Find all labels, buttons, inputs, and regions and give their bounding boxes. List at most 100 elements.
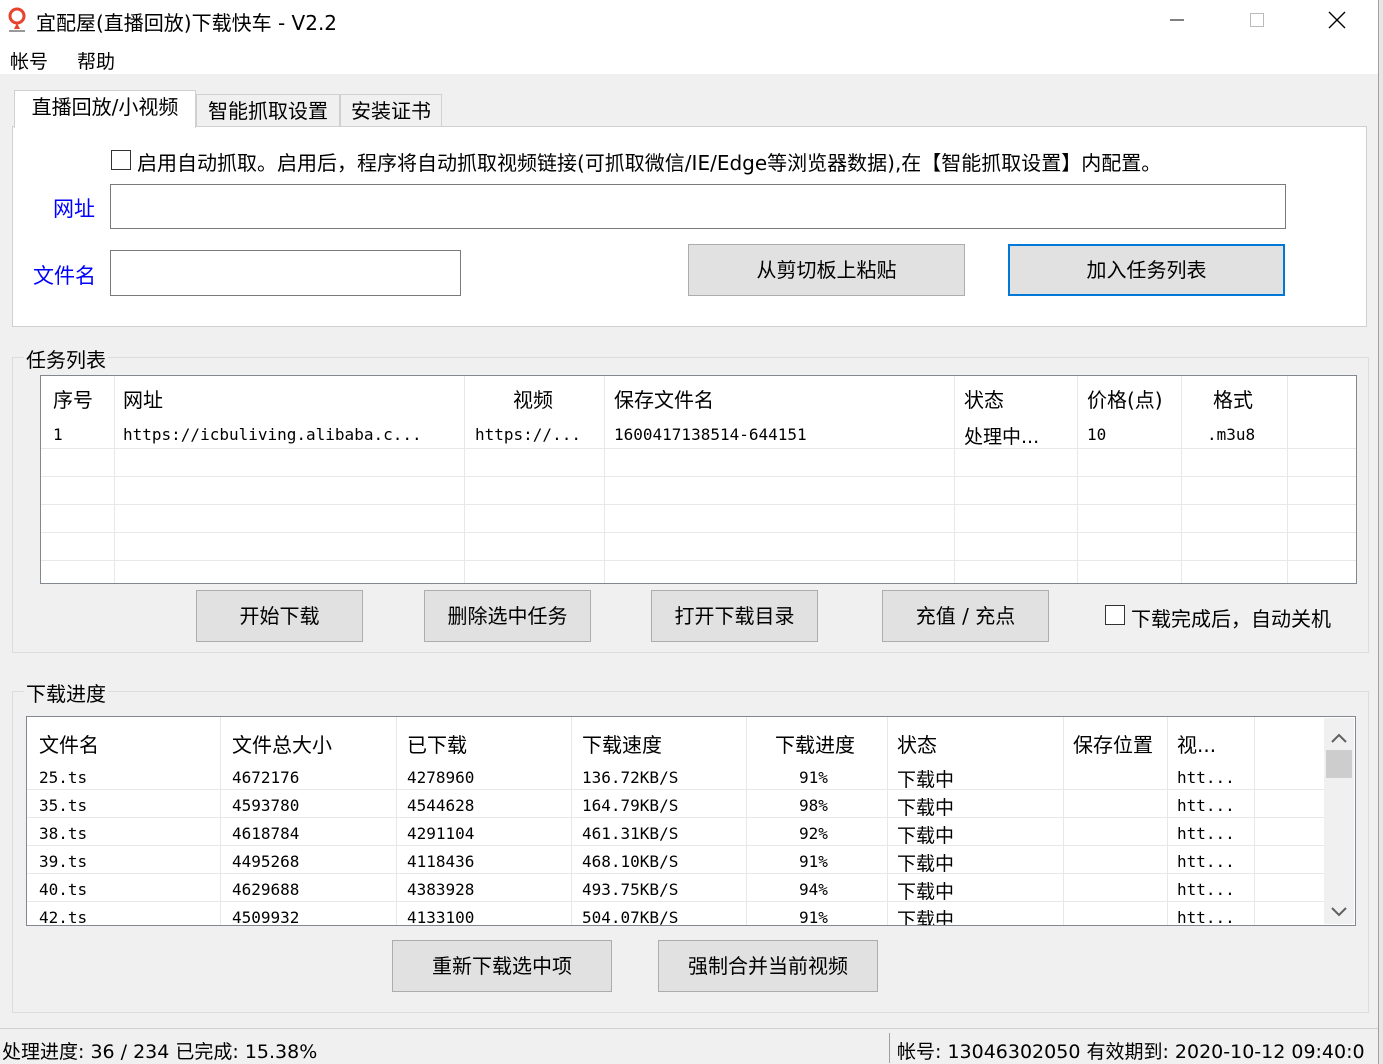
progress-table: 文件名 文件总大小 已下载 下载速度 下载进度 状态 保存位置 视... 25.… [26,716,1356,926]
progress-title: 下载进度 [24,678,108,707]
prog-cell-size: 4509932 [232,908,300,926]
start-download-button[interactable]: 开始下载 [196,590,363,642]
prog-cell-speed: 493.75KB/S [582,880,679,899]
prog-cell-video: htt... [1177,796,1235,815]
status-bar: 处理进度: 36 / 234 已完成: 15.38% 帐号: 130463020… [0,1028,1378,1064]
prog-cell-downloaded: 4544628 [407,796,475,815]
task-list-table: 序号 网址 视频 保存文件名 状态 价格(点) 格式 1 https://icb… [40,375,1357,584]
scroll-up-icon[interactable] [1329,726,1349,750]
delete-task-button[interactable]: 删除选中任务 [424,590,591,642]
filename-input[interactable] [110,250,461,296]
prog-col-size[interactable]: 文件总大小 [232,729,332,758]
tab-smart-capture[interactable]: 智能抓取设置 [196,94,340,128]
force-merge-button[interactable]: 强制合并当前视频 [658,940,878,992]
task-cell-status: 处理中... [964,426,1040,448]
prog-cell-downloaded: 4291104 [407,824,475,843]
scroll-thumb[interactable] [1326,750,1352,778]
prog-cell-status: 下载中 [897,909,955,926]
maximize-button[interactable] [1227,0,1287,40]
task-col-format[interactable]: 格式 [1213,384,1253,413]
open-folder-button[interactable]: 打开下载目录 [651,590,818,642]
task-cell-video: https://... [475,425,581,444]
task-col-url[interactable]: 网址 [123,384,163,413]
title-bar: 宜配屋(直播回放)下载快车 - V2.2 [0,0,1378,42]
auto-shutdown-checkbox[interactable] [1105,605,1125,625]
prog-cell-status: 下载中 [897,797,955,819]
auto-capture-label: 启用自动抓取。启用后，程序将自动抓取视频链接(可抓取微信/IE/Edge等浏览器… [137,151,1162,175]
url-input[interactable] [110,184,1286,229]
task-col-video[interactable]: 视频 [513,384,553,413]
prog-cell-video: htt... [1177,768,1235,787]
task-col-savename[interactable]: 保存文件名 [614,384,714,413]
prog-cell-downloaded: 4133100 [407,908,475,926]
prog-cell-filename: 38.ts [39,824,88,843]
prog-cell-progress: 91% [799,852,828,871]
menu-account[interactable]: 帐号 [10,47,48,74]
prog-col-video[interactable]: 视... [1177,729,1216,758]
vertical-scrollbar[interactable] [1324,718,1354,924]
prog-cell-speed: 504.07KB/S [582,908,679,926]
recharge-button[interactable]: 充值 / 充点 [882,590,1049,642]
prog-cell-status: 下载中 [897,769,955,791]
prog-cell-progress: 91% [799,768,828,787]
prog-cell-filename: 25.ts [39,768,88,787]
prog-cell-size: 4593780 [232,796,300,815]
redownload-selected-button[interactable]: 重新下载选中项 [392,940,612,992]
task-col-price[interactable]: 价格(点) [1087,384,1163,413]
prog-cell-filename: 40.ts [39,880,88,899]
prog-cell-progress: 98% [799,796,828,815]
prog-cell-progress: 94% [799,880,828,899]
task-cell-format: .m3u8 [1207,425,1256,444]
task-cell-url: https://icbuliving.alibaba.c... [123,425,422,444]
task-col-status[interactable]: 状态 [964,384,1004,413]
prog-cell-speed: 461.31KB/S [582,824,679,843]
prog-cell-status: 下载中 [897,825,955,847]
prog-cell-speed: 136.72KB/S [582,768,679,787]
prog-cell-size: 4672176 [232,768,300,787]
prog-cell-status: 下载中 [897,881,955,903]
window-title: 宜配屋(直播回放)下载快车 - V2.2 [36,11,338,35]
app-logo-icon [6,7,28,33]
menu-bar: 帐号 帮助 [0,42,1378,74]
prog-cell-video: htt... [1177,908,1235,926]
prog-cell-downloaded: 4383928 [407,880,475,899]
prog-cell-filename: 35.ts [39,796,88,815]
url-label: 网址 [53,197,95,221]
prog-col-location[interactable]: 保存位置 [1073,729,1153,758]
status-separator [889,1033,890,1063]
window-edge [1378,0,1383,1064]
task-col-index[interactable]: 序号 [53,384,93,413]
prog-cell-video: htt... [1177,880,1235,899]
task-cell-index: 1 [53,425,63,444]
status-progress-text: 处理进度: 36 / 234 已完成: 15.38% [2,1041,318,1063]
prog-cell-status: 下载中 [897,853,955,875]
prog-col-progress[interactable]: 下载进度 [775,729,855,758]
paste-clipboard-button[interactable]: 从剪切板上粘贴 [688,244,965,296]
prog-col-status[interactable]: 状态 [897,729,937,758]
task-list-title: 任务列表 [24,344,108,373]
prog-cell-speed: 468.10KB/S [582,852,679,871]
prog-cell-downloaded: 4118436 [407,852,475,871]
prog-cell-speed: 164.79KB/S [582,796,679,815]
prog-cell-progress: 91% [799,908,828,926]
tab-live-replay[interactable]: 直播回放/小视频 [14,90,196,128]
minimize-button[interactable] [1147,0,1207,40]
prog-cell-size: 4495268 [232,852,300,871]
scroll-down-icon[interactable] [1329,900,1349,924]
prog-col-speed[interactable]: 下载速度 [582,729,662,758]
prog-col-filename[interactable]: 文件名 [39,729,99,758]
task-cell-price: 10 [1087,425,1107,444]
close-button[interactable] [1307,0,1367,40]
filename-label: 文件名 [33,264,96,288]
prog-cell-size: 4618784 [232,824,300,843]
auto-capture-checkbox[interactable] [111,150,131,170]
prog-cell-downloaded: 4278960 [407,768,475,787]
tab-install-cert[interactable]: 安装证书 [340,94,442,128]
prog-col-downloaded[interactable]: 已下载 [407,729,467,758]
prog-cell-filename: 39.ts [39,852,88,871]
task-cell-savename: 1600417138514-644151 [614,425,807,444]
add-task-button[interactable]: 加入任务列表 [1008,244,1285,296]
menu-help[interactable]: 帮助 [77,47,115,74]
prog-cell-size: 4629688 [232,880,300,899]
prog-cell-video: htt... [1177,824,1235,843]
